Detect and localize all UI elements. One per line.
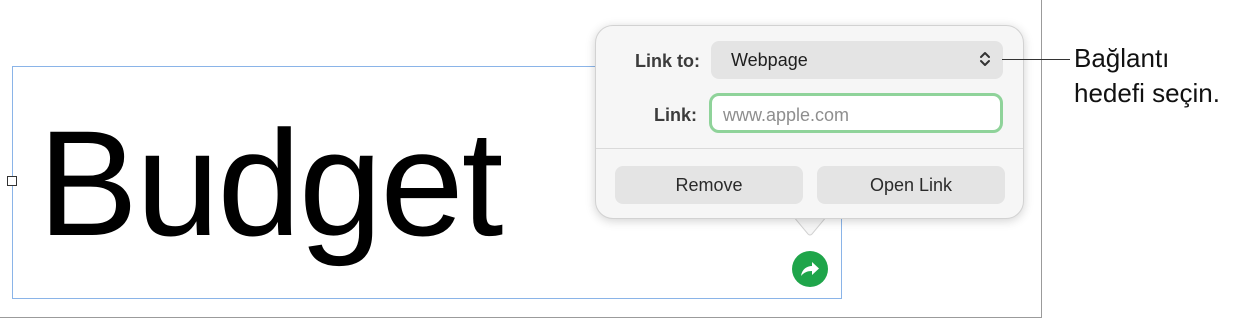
- link-to-label: Link to:: [635, 51, 700, 71]
- link-popover: Link to: Webpage Link: Remove Open Link: [595, 25, 1024, 219]
- link-arrow-icon[interactable]: [792, 251, 828, 287]
- divider: [596, 148, 1023, 149]
- chevron-updown-icon: [979, 49, 991, 74]
- remove-button[interactable]: Remove: [615, 166, 803, 204]
- link-label: Link:: [654, 105, 697, 125]
- callout-text: Bağlantı hedefi seçin.: [1074, 41, 1220, 111]
- link-to-value: Webpage: [731, 50, 808, 70]
- callout-line-1: Bağlantı: [1074, 43, 1170, 73]
- link-input[interactable]: [721, 102, 995, 128]
- budget-text[interactable]: Budget: [38, 108, 503, 258]
- resize-handle[interactable]: [7, 176, 17, 186]
- callout-line: [1002, 59, 1070, 60]
- link-to-select[interactable]: Webpage: [711, 41, 1003, 79]
- popover-arrow: [793, 216, 827, 236]
- callout-line-2: hedefi seçin.: [1074, 78, 1220, 108]
- link-field[interactable]: [709, 93, 1003, 133]
- open-link-button[interactable]: Open Link: [817, 166, 1005, 204]
